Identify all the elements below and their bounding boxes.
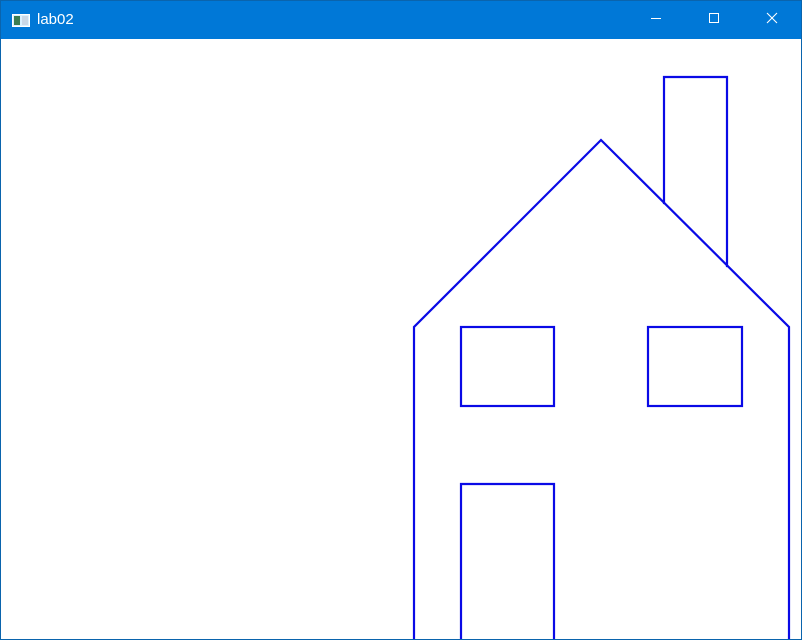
door bbox=[459, 482, 556, 639]
drawing-canvas[interactable] bbox=[1, 39, 801, 639]
close-icon bbox=[766, 11, 778, 29]
window-app-icon bbox=[12, 13, 30, 27]
title-bar[interactable]: lab02 bbox=[1, 1, 801, 39]
close-button[interactable] bbox=[743, 1, 801, 39]
window-right bbox=[646, 325, 744, 408]
window-left bbox=[459, 325, 556, 408]
minimize-button[interactable] bbox=[627, 1, 685, 39]
app-window: lab02 bbox=[0, 0, 802, 640]
minimize-icon bbox=[650, 11, 662, 29]
window-controls bbox=[627, 1, 801, 39]
maximize-button[interactable] bbox=[685, 1, 743, 39]
house-drawing bbox=[412, 75, 791, 639]
window-title: lab02 bbox=[37, 11, 74, 28]
maximize-icon bbox=[708, 11, 720, 29]
chimney bbox=[662, 75, 729, 268]
house-outline bbox=[412, 138, 791, 639]
